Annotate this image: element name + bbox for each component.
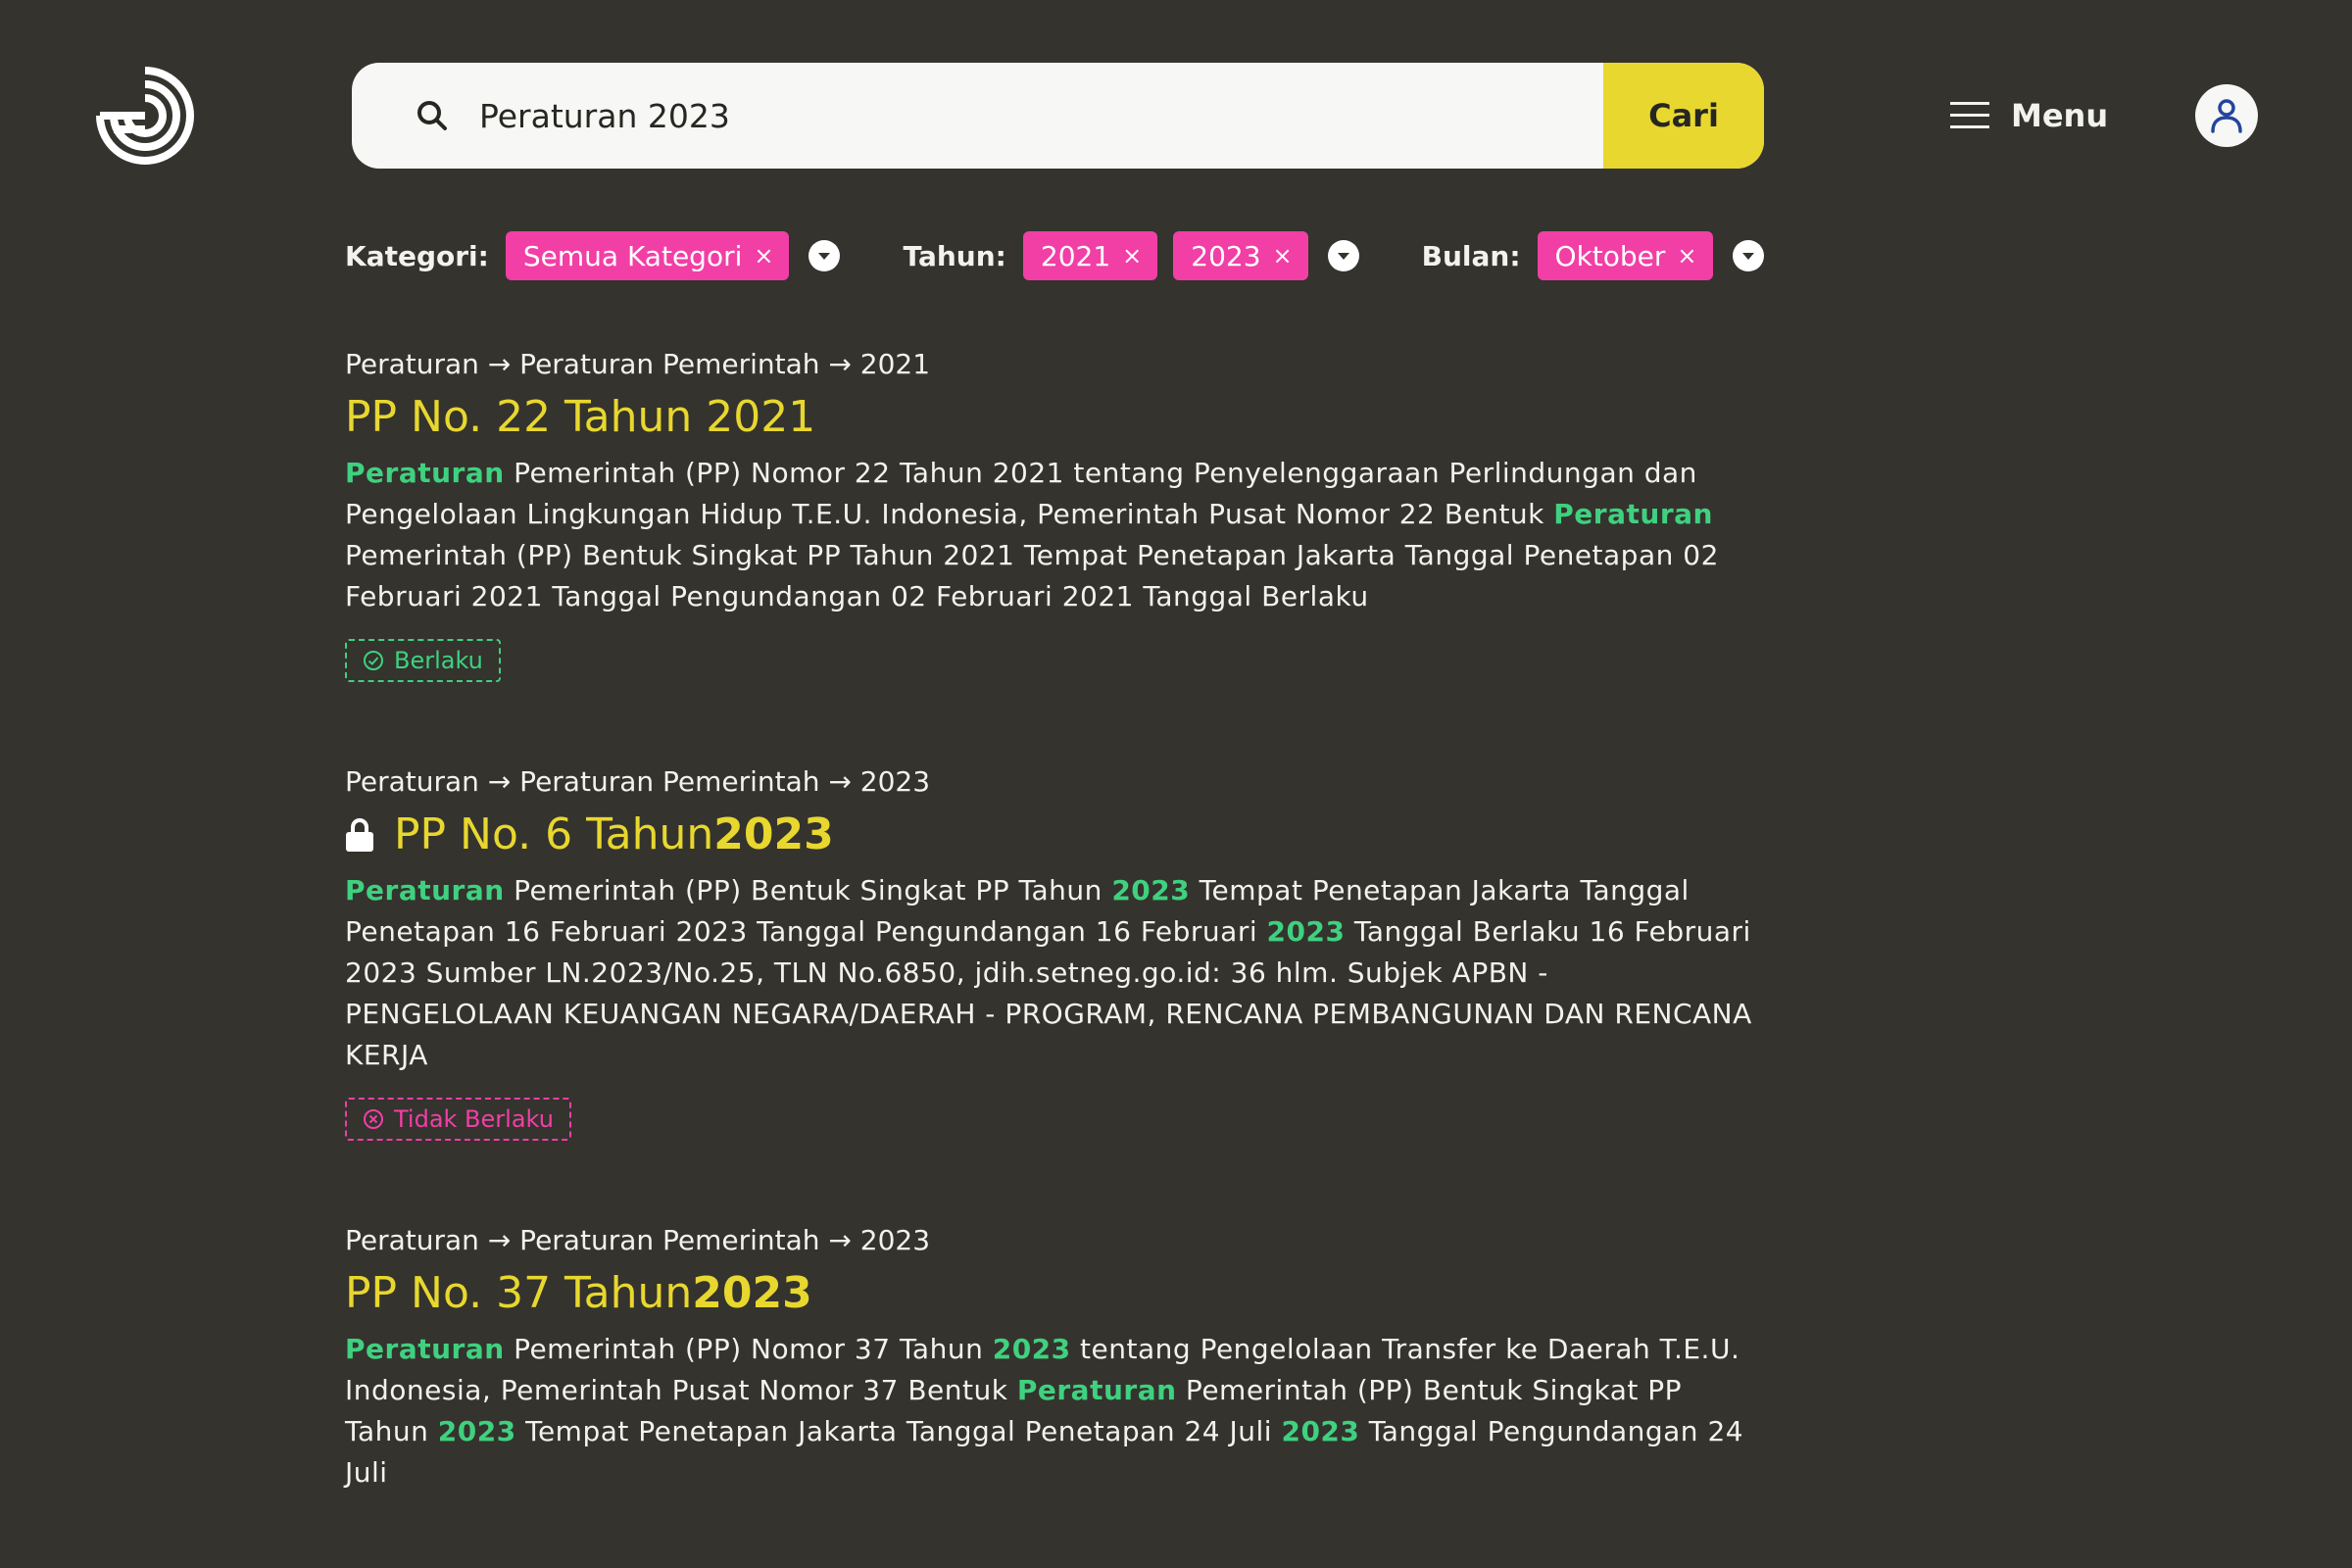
- hamburger-icon: [1950, 102, 1989, 128]
- highlighted-term: 2023: [1111, 874, 1191, 906]
- highlighted-term: 2023: [992, 1333, 1071, 1365]
- chevron-down-icon: [1741, 253, 1754, 260]
- breadcrumb[interactable]: Peraturan → Peraturan Pemerintah → 2023: [345, 757, 1766, 808]
- filter-bar: Kategori: Semua Kategori × Tahun: 2021 ×…: [345, 231, 1827, 280]
- close-icon[interactable]: ×: [1677, 242, 1696, 270]
- lock-icon: [346, 818, 373, 852]
- kategori-dropdown-button[interactable]: [808, 240, 841, 271]
- result-item: Peraturan → Peraturan Pemerintah → 2023 …: [345, 757, 1766, 1141]
- search-input[interactable]: [479, 63, 1459, 169]
- search-results-list: Peraturan → Peraturan Pemerintah → 2021 …: [345, 339, 1766, 1568]
- result-item: Peraturan → Peraturan Pemerintah → 2021 …: [345, 339, 1766, 682]
- highlighted-term: Peraturan: [345, 874, 505, 906]
- close-icon[interactable]: ×: [1122, 242, 1142, 270]
- filter-label-bulan: Bulan:: [1421, 239, 1521, 272]
- result-snippet: Peraturan Pemerintah (PP) Bentuk Singkat…: [345, 870, 1766, 1076]
- status-badge: Berlaku: [345, 639, 501, 682]
- filter-chip-tahun-2023[interactable]: 2023 ×: [1173, 231, 1308, 280]
- result-snippet: Peraturan Pemerintah (PP) Nomor 22 Tahun…: [345, 453, 1766, 617]
- menu-button[interactable]: Menu: [1950, 96, 2108, 135]
- snippet-text: Pemerintah (PP) Bentuk Singkat PP Tahun …: [345, 539, 1719, 612]
- highlighted-term: Peraturan: [345, 457, 505, 489]
- search-icon: [417, 101, 447, 130]
- user-icon: [2211, 99, 2242, 133]
- site-logo[interactable]: [94, 65, 196, 167]
- result-title-link[interactable]: PP No. 6 Tahun 2023: [345, 808, 1766, 862]
- snippet-text: Pemerintah (PP) Nomor 22 Tahun 2021 tent…: [345, 457, 1697, 530]
- chip-label: Semua Kategori: [522, 239, 743, 272]
- concentric-arcs-logo-icon: [96, 67, 194, 165]
- search-bar: Cari: [352, 63, 1764, 169]
- highlighted-term: 2023: [1266, 915, 1346, 948]
- filter-chip-bulan-oktober[interactable]: Oktober ×: [1537, 231, 1713, 280]
- status-label: Tidak Berlaku: [394, 1105, 554, 1133]
- chip-label: Oktober: [1554, 239, 1666, 272]
- status-badge: Tidak Berlaku: [345, 1098, 571, 1141]
- result-title-link[interactable]: PP No. 22 Tahun 2021: [345, 390, 1766, 445]
- highlighted-term: Peraturan: [1553, 498, 1713, 530]
- close-icon[interactable]: ×: [1273, 242, 1293, 270]
- result-title-link[interactable]: PP No. 37 Tahun 2023: [345, 1266, 1766, 1321]
- chip-label: 2021: [1040, 239, 1111, 272]
- filter-label-tahun: Tahun:: [903, 239, 1006, 272]
- snippet-text: Tempat Penetapan Jakarta Tanggal Penetap…: [515, 1415, 1282, 1447]
- menu-label: Menu: [2011, 97, 2109, 134]
- status-label: Berlaku: [394, 647, 483, 674]
- highlighted-term: Peraturan: [345, 1333, 505, 1365]
- breadcrumb[interactable]: Peraturan → Peraturan Pemerintah → 2023: [345, 1215, 1766, 1266]
- x-circle-icon: [364, 1109, 383, 1129]
- check-circle-icon: [364, 651, 383, 670]
- filter-chip-kategori[interactable]: Semua Kategori ×: [505, 231, 790, 280]
- result-title: PP No. 37 Tahun: [345, 1268, 693, 1318]
- search-button[interactable]: Cari: [1603, 63, 1764, 169]
- snippet-text: Pemerintah (PP) Bentuk Singkat PP Tahun: [504, 874, 1112, 906]
- result-title-year: 2023: [692, 1268, 812, 1318]
- chevron-down-icon: [1337, 253, 1349, 260]
- chip-label: 2023: [1191, 239, 1261, 272]
- result-title: PP No. 22 Tahun 2021: [345, 392, 816, 442]
- close-icon[interactable]: ×: [754, 242, 773, 270]
- breadcrumb[interactable]: Peraturan → Peraturan Pemerintah → 2021: [345, 339, 1766, 390]
- filter-chip-tahun-2021[interactable]: 2021 ×: [1022, 231, 1158, 280]
- user-account-button[interactable]: [2195, 84, 2258, 147]
- result-title: PP No. 6 Tahun: [394, 809, 714, 859]
- result-item: Peraturan → Peraturan Pemerintah → 2023 …: [345, 1215, 1766, 1494]
- snippet-text: Pemerintah (PP) Nomor 37 Tahun: [504, 1333, 993, 1365]
- chevron-down-icon: [818, 253, 831, 260]
- highlighted-term: 2023: [437, 1415, 516, 1447]
- highlighted-term: Peraturan: [1016, 1374, 1177, 1406]
- highlighted-term: 2023: [1281, 1415, 1360, 1447]
- result-title-year: 2023: [713, 809, 834, 859]
- bulan-dropdown-button[interactable]: [1732, 240, 1764, 271]
- result-snippet: Peraturan Pemerintah (PP) Nomor 37 Tahun…: [345, 1329, 1766, 1494]
- tahun-dropdown-button[interactable]: [1327, 240, 1359, 271]
- filter-label-kategori: Kategori:: [345, 239, 489, 272]
